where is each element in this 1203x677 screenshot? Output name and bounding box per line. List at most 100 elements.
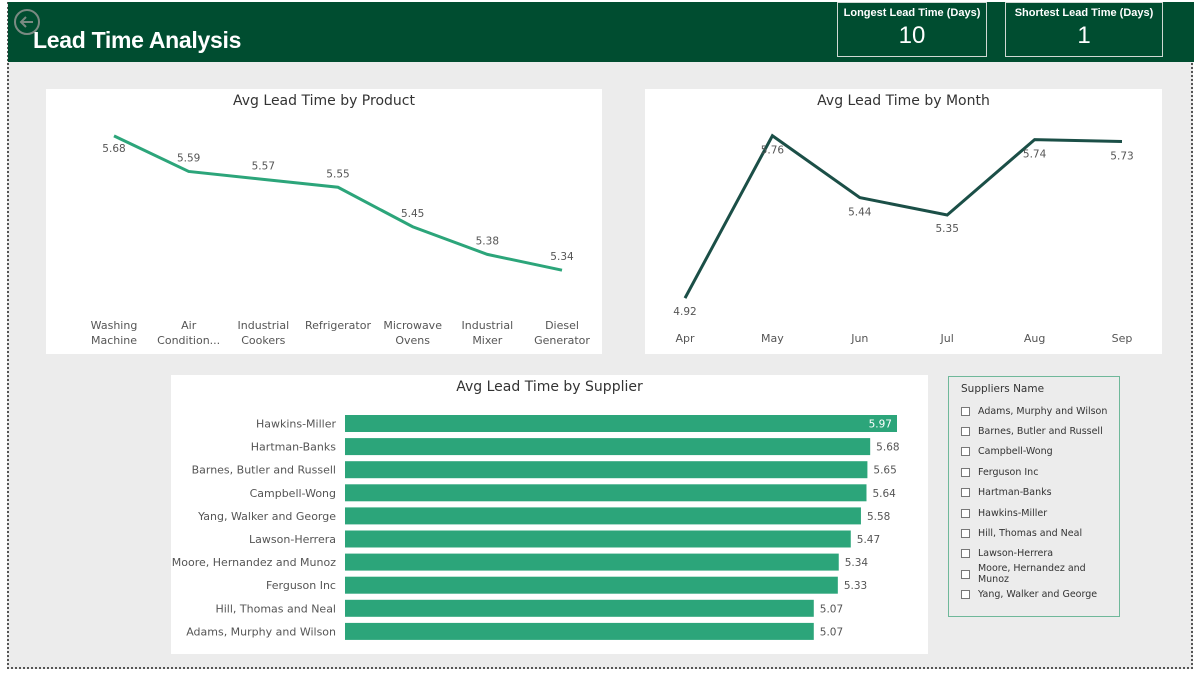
x-tick-label: Mixer xyxy=(472,334,502,347)
slicer-item-label: Adams, Murphy and Wilson xyxy=(978,405,1108,417)
data-label: 4.92 xyxy=(673,306,696,318)
y-tick-label: Ferguson Inc xyxy=(266,579,336,592)
chart-title: Avg Lead Time by Month xyxy=(817,93,990,109)
x-tick-label: Jul xyxy=(940,332,954,345)
checkbox[interactable] xyxy=(961,467,970,477)
kpi-label: Longest Lead Time (Days) xyxy=(843,7,981,19)
suppliers-slicer: Suppliers Name Adams, Murphy and Wilson B… xyxy=(948,376,1120,617)
slicer-item[interactable]: Campbell-Wong xyxy=(961,442,1119,462)
x-tick-label: Air xyxy=(181,319,197,332)
data-label: 5.76 xyxy=(761,145,785,157)
y-tick-label: Campbell-Wong xyxy=(250,487,336,500)
y-tick-label: Hill, Thomas and Neal xyxy=(215,602,336,615)
slicer-item[interactable]: Barnes, Butler and Russell xyxy=(961,421,1119,441)
x-tick-label: Jun xyxy=(850,332,868,345)
slicer-item-label: Hill, Thomas and Neal xyxy=(978,528,1083,540)
x-tick-label: Microwave xyxy=(383,319,442,332)
y-tick-label: Hartman-Banks xyxy=(251,441,336,454)
data-label: 5.38 xyxy=(476,235,499,247)
data-label: 5.73 xyxy=(1110,151,1133,163)
kpi-shortest-lead-time: Shortest Lead Time (Days) 1 xyxy=(1005,2,1163,57)
data-label: 5.44 xyxy=(848,207,872,219)
data-label: 5.65 xyxy=(873,465,896,477)
x-tick-label: Industrial xyxy=(462,319,514,332)
bar xyxy=(345,576,838,594)
x-tick-label: Generator xyxy=(534,334,590,347)
product-line-chart: 5.68 Washing Machine 5.59 Air Condition... 5.5… xyxy=(91,134,590,347)
checkbox[interactable] xyxy=(961,447,970,457)
bar xyxy=(345,530,851,548)
bar xyxy=(345,553,839,571)
bar xyxy=(345,599,814,617)
x-tick-label: Aug xyxy=(1024,332,1045,345)
x-tick-label: Apr xyxy=(675,332,695,345)
x-tick-label: Industrial xyxy=(238,319,290,332)
slicer-item[interactable]: Yang, Walker and George xyxy=(961,585,1119,605)
y-tick-label: Yang, Walker and George xyxy=(197,510,336,523)
data-label: 5.59 xyxy=(177,152,200,164)
checkbox[interactable] xyxy=(961,406,970,416)
checkbox[interactable] xyxy=(961,549,970,559)
slicer-item-label: Ferguson Inc xyxy=(978,466,1039,478)
slicer-item-label: Campbell-Wong xyxy=(978,446,1053,458)
bar xyxy=(345,622,814,640)
data-label: 5.34 xyxy=(550,251,574,263)
checkbox[interactable] xyxy=(961,427,970,437)
x-tick-label: Cookers xyxy=(241,334,285,347)
checkbox[interactable] xyxy=(961,569,970,579)
bar xyxy=(345,438,871,456)
data-label: 5.74 xyxy=(1023,149,1047,161)
slicer-item[interactable]: Adams, Murphy and Wilson xyxy=(961,401,1119,421)
checkbox[interactable] xyxy=(961,590,970,600)
month-line-chart: 4.92 Apr 5.76 May 5.44 Jun 5.35 Jul 5.74 Aug 5.73 S… xyxy=(673,133,1134,345)
slicer-item[interactable]: Moore, Hernandez and Munoz xyxy=(961,563,1119,585)
x-tick-label: Sep xyxy=(1112,332,1133,345)
month-chart-card[interactable]: Avg Lead Time by Month 4.92 Apr 5.76 May 5.4… xyxy=(645,89,1162,354)
kpi-longest-lead-time: Longest Lead Time (Days) 10 xyxy=(837,2,987,57)
data-label: 5.64 xyxy=(872,488,896,500)
x-tick-label: Ovens xyxy=(395,334,430,347)
y-tick-label: Adams, Murphy and Wilson xyxy=(186,625,336,638)
slicer-item-label: Yang, Walker and George xyxy=(978,589,1098,601)
page-title: Lead Time Analysis xyxy=(33,27,242,53)
slicer-item[interactable]: Hartman-Banks xyxy=(961,483,1119,503)
slicer-item-label: Barnes, Butler and Russell xyxy=(978,426,1103,438)
kpi-value: 1 xyxy=(1077,22,1091,49)
x-tick-label: May xyxy=(761,332,784,345)
slicer-item[interactable]: Lawson-Herrera xyxy=(961,544,1119,564)
data-label: 5.57 xyxy=(252,160,275,172)
data-label: 5.68 xyxy=(102,143,125,155)
bar xyxy=(345,415,897,432)
checkbox[interactable] xyxy=(961,508,970,518)
kpi-label: Shortest Lead Time (Days) xyxy=(1014,7,1154,19)
x-tick-label: Diesel xyxy=(545,319,579,332)
month-series-line xyxy=(683,133,1123,299)
x-tick-label: Refrigerator xyxy=(305,319,371,332)
data-label: 5.55 xyxy=(326,168,349,180)
bar xyxy=(345,484,867,502)
data-label: 5.07 xyxy=(820,626,843,638)
product-chart-card[interactable]: Avg Lead Time by Product 5.68 Washing Mach… xyxy=(46,89,602,354)
chart-title: Avg Lead Time by Product xyxy=(233,93,415,109)
x-tick-label: Machine xyxy=(91,334,137,347)
x-tick-label: Washing xyxy=(91,319,138,332)
slicer-title: Suppliers Name xyxy=(961,383,1045,395)
slicer-item-label: Hartman-Banks xyxy=(978,487,1052,499)
slicer-item[interactable]: Ferguson Inc xyxy=(961,462,1119,482)
slicer-item-label: Lawson-Herrera xyxy=(978,548,1054,560)
bar xyxy=(345,507,861,525)
slicer-item[interactable]: Hawkins-Miller xyxy=(961,503,1119,523)
supplier-chart-card[interactable]: Avg Lead Time by Supplier Hawkins-Miller… xyxy=(171,375,928,654)
slicer-item[interactable]: Hill, Thomas and Neal xyxy=(961,523,1119,543)
data-label: 5.07 xyxy=(820,603,843,615)
data-label: 5.97 xyxy=(869,419,892,431)
slicer-item-label: Hawkins-Miller xyxy=(978,507,1048,519)
x-tick-label: Condition... xyxy=(157,334,220,347)
checkbox[interactable] xyxy=(961,529,970,539)
data-label: 5.58 xyxy=(867,511,890,523)
checkbox[interactable] xyxy=(961,488,970,498)
slicer-list: Adams, Murphy and Wilson Barnes, Butler a… xyxy=(961,401,1119,605)
y-tick-label: Lawson-Herrera xyxy=(249,533,336,546)
y-tick-label: Hawkins-Miller xyxy=(256,418,337,431)
data-label: 5.35 xyxy=(936,223,959,235)
